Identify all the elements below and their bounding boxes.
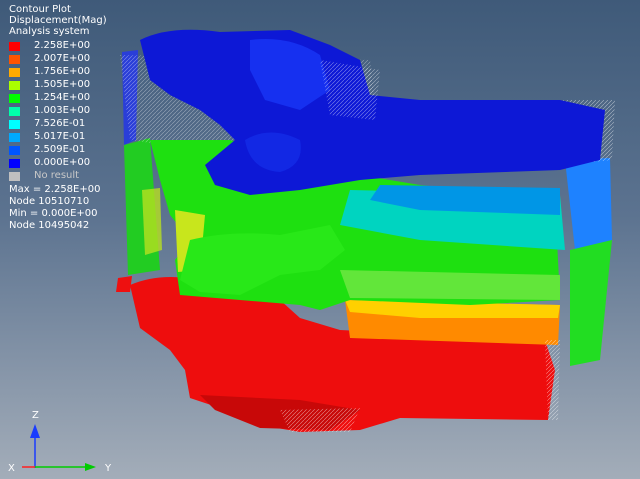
z-axis-arrow	[30, 424, 40, 438]
legend-subtitle: Displacement(Mag)	[9, 15, 107, 26]
legend-swatch	[9, 119, 20, 129]
legend-row: No result	[9, 171, 79, 181]
legend-row: 5.017E-01	[9, 132, 85, 142]
left-plate-bottom	[116, 276, 132, 292]
legend-label: 1.756E+00	[34, 66, 91, 77]
max-value: Max = 2.258E+00	[9, 184, 101, 195]
legend-swatch	[9, 80, 20, 90]
legend-label: 5.017E-01	[34, 131, 86, 142]
min-node: Node 10495042	[9, 220, 90, 231]
legend-row: 1.254E+00	[9, 93, 90, 103]
min-value: Min = 0.000E+00	[9, 208, 98, 219]
right-column-green	[570, 240, 612, 366]
legend-label: 2.007E+00	[34, 53, 91, 64]
left-plate-yellow	[142, 188, 162, 255]
legend-label: 2.258E+00	[34, 40, 91, 51]
max-node: Node 10510710	[9, 196, 90, 207]
legend-label: 2.509E-01	[34, 144, 86, 155]
legend-swatch	[9, 93, 20, 103]
y-axis-arrow	[85, 463, 96, 471]
coordinate-triad	[22, 424, 96, 471]
legend-swatch	[9, 158, 20, 168]
light-green-band	[340, 270, 560, 300]
legend-swatch	[9, 106, 20, 116]
legend-row: 7.526E-01	[9, 119, 85, 129]
legend-label: 0.000E+00	[34, 157, 91, 168]
model-viewport[interactable]	[0, 0, 640, 479]
legend-row: 0.000E+00	[9, 158, 90, 168]
legend-label: 1.003E+00	[34, 105, 91, 116]
stats-block: Max = 2.258E+00 Node 10510710 Min = 0.00…	[9, 184, 100, 232]
legend-label: 1.505E+00	[34, 79, 91, 90]
legend-row: 2.007E+00	[9, 54, 90, 64]
legend-label: No result	[34, 170, 80, 181]
legend-title: Contour Plot	[9, 4, 71, 15]
legend-label: 7.526E-01	[34, 118, 86, 129]
legend-swatch	[9, 41, 20, 51]
legend-swatch	[9, 54, 20, 64]
mesh-patch-bottom	[280, 408, 360, 432]
legend-row: 1.003E+00	[9, 106, 90, 116]
legend-row: 2.509E-01	[9, 145, 85, 155]
legend-swatch	[9, 145, 20, 155]
legend-swatch	[9, 67, 20, 77]
legend-swatch	[9, 171, 20, 181]
legend-system: Analysis system	[9, 26, 90, 37]
legend-swatch	[9, 132, 20, 142]
legend-row: 1.756E+00	[9, 67, 90, 77]
legend-label: 1.254E+00	[34, 92, 91, 103]
legend-header: Contour Plot Displacement(Mag) Analysis …	[9, 4, 107, 37]
right-column-blue	[565, 158, 612, 250]
legend-row: 2.258E+00	[9, 41, 90, 51]
legend-row: 1.505E+00	[9, 80, 90, 90]
